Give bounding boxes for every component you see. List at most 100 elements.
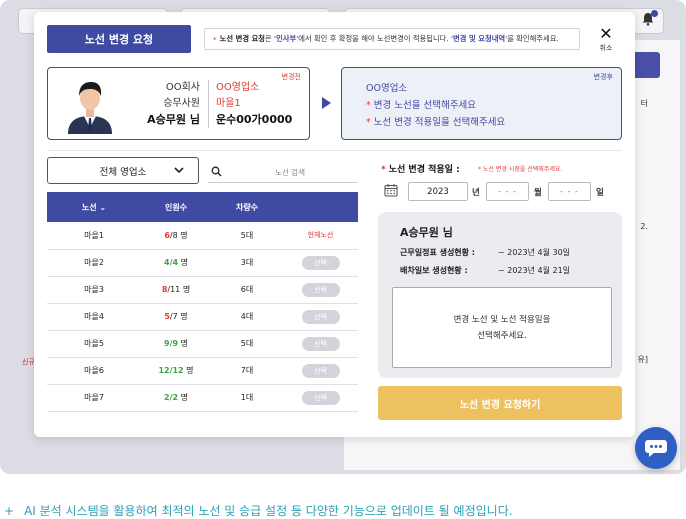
asterisk: * <box>366 117 371 128</box>
staff-count: 12/12 명 <box>141 357 211 385</box>
asterisk: * <box>381 165 386 175</box>
staff-count: 9/9 명 <box>141 330 211 358</box>
notification-dot <box>651 10 658 17</box>
current-route: 마을1 <box>216 98 241 109</box>
staff-unit: 명 <box>182 285 191 294</box>
notice-text: 변경 및 요청내역 <box>453 34 506 43</box>
notice-text: 노선 변경 요청 <box>219 34 266 43</box>
chevron-down-icon <box>174 167 184 174</box>
route-name: 마을7 <box>47 384 141 412</box>
submit-request-button[interactable]: 노선 변경 요청하기 <box>378 386 622 420</box>
select-route-button[interactable]: 선택 <box>301 390 340 405</box>
row-action: 선택 <box>283 384 358 412</box>
close-button[interactable]: ✕ 취소 <box>594 26 618 53</box>
message-line: 선택해주세요. <box>477 330 527 341</box>
close-label: 취소 <box>599 44 613 52</box>
staff-current: 9/9 <box>164 339 179 348</box>
staff-total: /8 <box>169 230 178 240</box>
footer-text: AI 분석 시스템을 활용하여 최적의 노선 및 승급 설정 등 다양한 기능으… <box>24 504 513 518</box>
staff-unit: 명 <box>180 230 188 240</box>
select-route-button[interactable]: 선택 <box>301 282 340 297</box>
before-card: 변경전 OO회사 승무사원 A승무원 님 OO영업소 마을1 운수00가0000 <box>47 67 310 140</box>
calendar-icon[interactable] <box>384 183 398 197</box>
route-search <box>208 163 358 183</box>
column-header-staff: 인원수 <box>141 192 211 222</box>
after-info: OO영업소 * 변경 노선을 선택해주세요 * 노선 변경 적용일을 선택해주세요 <box>366 80 505 131</box>
dispatch-status: 배차일보 생성현황 : ~ 2023년 4월 21일 <box>400 265 570 276</box>
status-key: 근무일정표 생성현황 : <box>400 248 476 257</box>
after-card: 변경후 OO영업소 * 변경 노선을 선택해주세요 * 노선 변경 적용일을 선택해… <box>341 67 622 140</box>
route-name: 마을1 <box>47 222 141 250</box>
after-tag: 변경후 <box>593 73 613 81</box>
select-route-button[interactable]: 선택 <box>301 363 340 378</box>
staff-current: 2/2 <box>164 393 179 402</box>
employee-name: A승무원 님 <box>147 113 200 126</box>
month-field[interactable]: - - - <box>486 182 529 201</box>
column-header-vehicles: 차량수 <box>211 192 283 222</box>
vehicle-count: 5대 <box>211 222 283 250</box>
row-action: 선택 <box>283 303 358 331</box>
status-key: 배차일보 생성현황 : <box>400 266 468 275</box>
current-vehicle: 운수00가0000 <box>216 113 293 126</box>
vehicle-count: 6대 <box>211 276 283 304</box>
chat-button[interactable] <box>635 427 677 469</box>
staff-current: 4/4 <box>164 258 179 267</box>
summary-box: A승무원 님 근무일정표 생성현황 : ~ 2023년 4월 30일 배차일보 생… <box>378 212 622 378</box>
table-row: 마을5 9/9 명 5대 선택 <box>47 330 358 358</box>
sort-icon: ⌄ <box>99 202 107 212</box>
target-office: OO영업소 <box>366 83 408 94</box>
staff-unit: 명 <box>180 258 188 267</box>
background-text: 2. <box>640 222 648 231</box>
vehicle-count: 5대 <box>211 330 283 358</box>
date-label: * 노선 변경 적용일 : <box>381 162 460 175</box>
select-route-button[interactable]: 선택 <box>301 309 340 324</box>
route-name: 마을3 <box>47 276 141 304</box>
table-row: 마을2 4/4 명 3대 선택 <box>47 249 358 277</box>
notice-text: 인사부 <box>276 34 297 43</box>
chat-bubble-icon <box>645 440 667 457</box>
select-route-button[interactable]: 선택 <box>301 255 340 270</box>
row-action: 선택 <box>283 276 358 304</box>
notice-text: '을 확인해주세요. <box>505 34 559 43</box>
divider <box>208 80 209 128</box>
year-field[interactable]: 2023 <box>408 182 468 201</box>
background-button <box>632 52 660 78</box>
asterisk: * <box>366 100 371 111</box>
section-divider <box>47 150 622 151</box>
route-table: 노선 ⌄ 인원수 차량수 마을1 6/8 명 5대 현재노선 마을2 4/4 명 3대 선택 마… <box>47 192 358 412</box>
search-icon[interactable] <box>211 166 222 177</box>
before-info-right: OO영업소 마을1 운수00가0000 <box>216 80 292 128</box>
staff-unit: 명 <box>186 366 194 375</box>
table-row: 마을1 6/8 명 5대 현재노선 <box>47 222 358 250</box>
staff-unit: 명 <box>180 339 188 348</box>
close-icon[interactable]: ✕ <box>594 26 618 42</box>
plus-icon: + <box>4 504 15 518</box>
office-select[interactable]: 전체 영업소 <box>47 157 199 184</box>
staff-current: 12/12 <box>158 366 184 375</box>
vehicle-count: 3대 <box>211 249 283 277</box>
day-field[interactable]: - - - <box>548 182 591 201</box>
status-value: ~ 2023년 4월 21일 <box>498 266 571 275</box>
notice-text: '에서 확인 후 확정을 해야 노선변경이 적용됩니다. ' <box>296 34 454 43</box>
table-row: 마을3 8/11 명 6대 선택 <box>47 276 358 304</box>
current-office: OO영업소 <box>216 82 260 93</box>
table-header-row: 노선 ⌄ 인원수 차량수 <box>47 192 358 222</box>
day-unit: 일 <box>596 188 604 198</box>
column-header-action <box>283 192 358 222</box>
column-header-route[interactable]: 노선 ⌄ <box>47 192 141 222</box>
route-search-input[interactable] <box>230 163 350 181</box>
column-header-label: 노선 <box>81 202 97 212</box>
date-hint: * 노선 변경 시점을 선택해주세요. <box>478 166 563 173</box>
office-select-value: 전체 영업소 <box>99 166 147 178</box>
before-info-left: OO회사 승무사원 A승무원 님 <box>126 80 200 128</box>
vehicle-count: 4대 <box>211 303 283 331</box>
after-line-text: 변경 노선을 선택해주세요 <box>373 100 476 111</box>
summary-name: A승무원 님 <box>400 226 453 239</box>
staff-count: 8/11 명 <box>141 276 211 304</box>
year-unit: 년 <box>472 188 480 198</box>
staff-unit: 명 <box>180 312 188 321</box>
select-route-button[interactable]: 선택 <box>301 336 340 351</box>
route-change-modal: 노선 변경 요청 * 노선 변경 요청 은 ' 인사부 '에서 확인 후 확정을… <box>34 12 635 437</box>
row-action: 선택 <box>283 330 358 358</box>
background-text: 신규 <box>22 358 35 366</box>
